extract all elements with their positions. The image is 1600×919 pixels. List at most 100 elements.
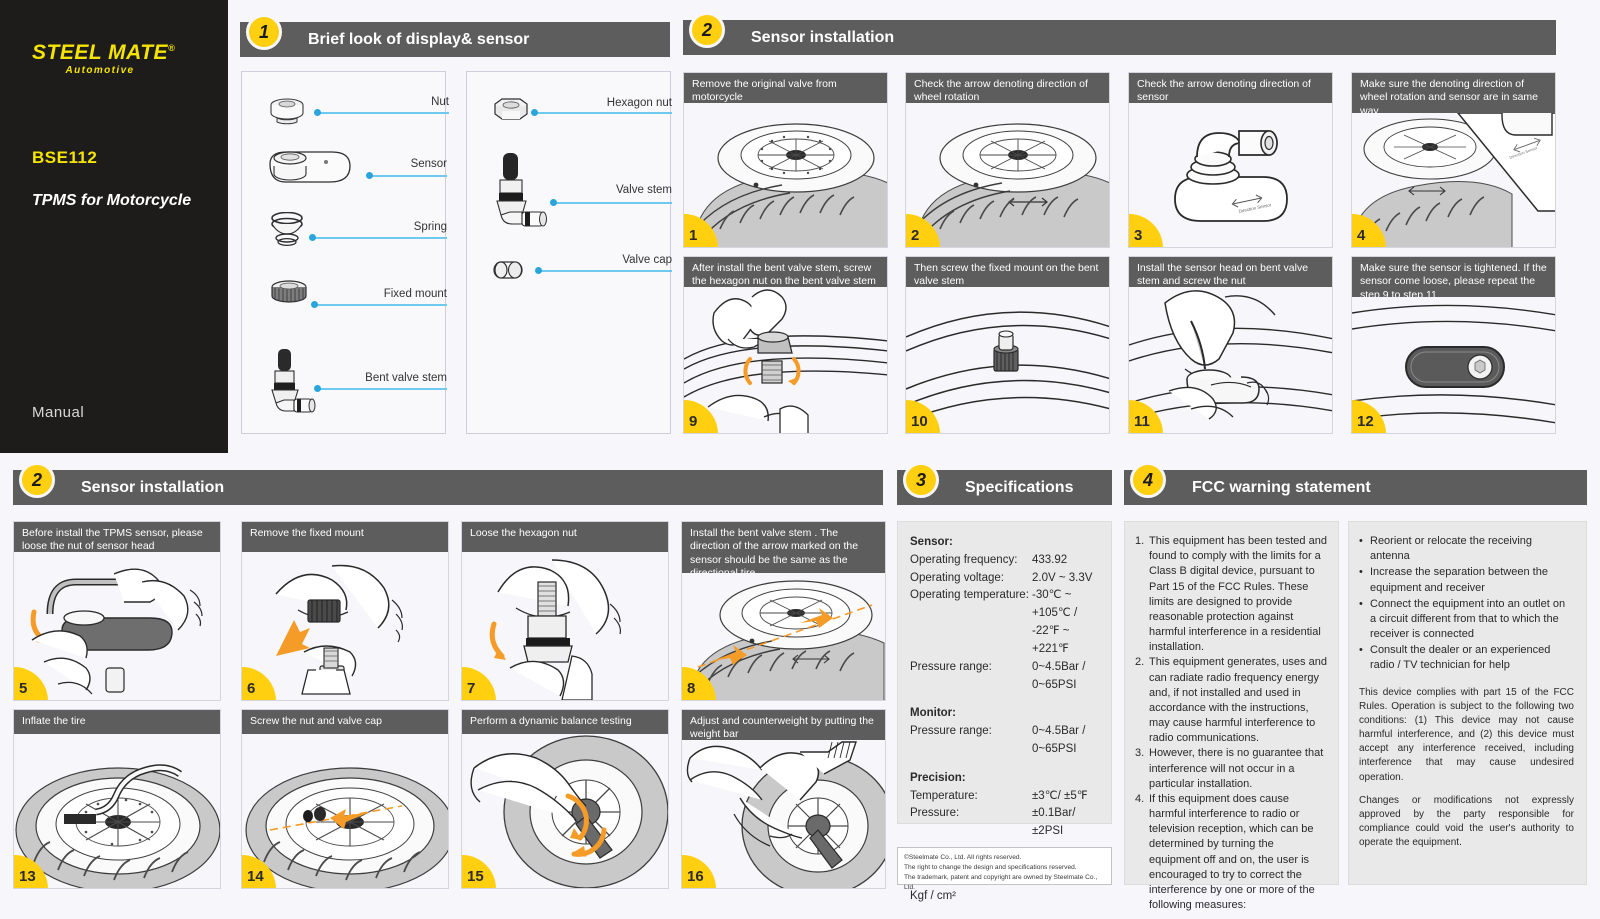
fcc-item-index: 1. (1135, 535, 1145, 547)
leader-dot-hexagon-nut (531, 109, 538, 116)
fcc-numbered-item: 4. If this equipment does cause harmful i… (1135, 792, 1328, 913)
step-card: Perform a dynamic balance testing 15 (461, 709, 669, 889)
step-card: Make sure the denoting direction of whee… (1351, 72, 1556, 248)
leader-line-spring (312, 237, 447, 239)
fcc-item-index: 3. (1135, 747, 1145, 760)
step-illustration: 11 (1129, 287, 1332, 433)
spec-value: -30℃ ~ +105℃ / (1032, 589, 1078, 620)
step-illustration: 9 (684, 287, 887, 433)
logo-wordmark: STEEL MATE® (32, 41, 176, 64)
step-illustration: 16 (682, 740, 885, 888)
model-number: BSE112 (32, 148, 98, 167)
section-header-2-bottom: 2 Sensor installation (13, 462, 883, 505)
logo-tagline: Automotive (65, 65, 135, 76)
leader-line-fixed-mount (314, 304, 447, 306)
step-caption: Check the arrow denoting direction of wh… (906, 73, 1109, 103)
step-caption: Inflate the tire (14, 710, 220, 734)
spec-key: Operating frequency: (910, 553, 1018, 566)
step-caption: Loose the hexagon nut (462, 522, 668, 552)
step-card: Inflate the tire 13 (13, 709, 221, 889)
step-illustration: 2 (906, 103, 1109, 247)
part-label-sensor: Sensor (410, 158, 447, 170)
fcc-bullet-text: Connect the equipment into an outlet on … (1370, 597, 1566, 641)
step-card: Screw the nut and valve cap 14 (241, 709, 449, 889)
spec-value: 0~4.5Bar / 0~65PSI (1032, 660, 1086, 691)
spec-key: Operating temperature: (910, 589, 1029, 602)
fcc-bullet-item: • Consult the dealer or an experienced ra… (1359, 643, 1574, 673)
part-label-valve-stem: Valve stem (615, 184, 672, 196)
section-header-3: 3 Specifications (897, 462, 1112, 505)
spec-row: Operating voltage: 2.0V ~ 3.3V (910, 570, 1101, 588)
leader-line-valve-stem (553, 202, 672, 204)
leader-line-valve-cap (538, 270, 672, 272)
spec-row: Pressure range: 0~4.5Bar / 0~65PSI (910, 659, 1101, 695)
step-illustration: 1 (684, 103, 887, 247)
step-caption: Make sure the denoting direction of whee… (1352, 73, 1555, 117)
step-caption: After install the bent valve stem, screw… (684, 257, 887, 287)
fcc-item-text: If this equipment does cause harmful int… (1149, 792, 1315, 912)
spec-key: Operating voltage: (910, 571, 1004, 584)
manual-label: Manual (32, 404, 85, 421)
spec-value: 433.92 (1032, 553, 1068, 566)
step-caption: Install the sensor head on bent valve st… (1129, 257, 1332, 287)
section-title-1: Brief look of display& sensor (308, 30, 530, 48)
spec-key (910, 623, 1032, 659)
bent-valve-stem-icon (262, 345, 322, 425)
specifications-body: Sensor: Operating frequency: 433.92 Opera… (897, 521, 1112, 902)
fcc-item-text: However, there is no guarantee that inte… (1149, 747, 1324, 790)
part-label-bent-valve-stem: Bent valve stem (365, 372, 447, 384)
bottom-area: 2 Sensor installation 3 Specifications 4… (0, 453, 1600, 919)
fcc-item-index: 4. (1135, 792, 1145, 805)
fcc-bullet-item: • Increase the separation between the equ… (1359, 565, 1574, 595)
spec-value: ±3℃/ ±5℉ (1032, 789, 1088, 802)
step-card: Remove the fixed mount 6 (241, 521, 449, 701)
steelmate-logo: STEEL MATE® Automotive (32, 42, 182, 76)
leader-dot-sensor (366, 172, 373, 179)
spring-icon (264, 211, 310, 253)
fcc-bullet-item: • Reorient or relocate the receiving ante… (1359, 534, 1574, 564)
step-card: Remove the original valve from motorcycl… (683, 72, 888, 248)
spec-group-monitor: Monitor: (910, 707, 956, 720)
spec-row: Pressure range: 0~4.5Bar / 0~65PSI (910, 723, 1101, 759)
spec-group-sensor: Sensor: (910, 536, 953, 548)
leader-dot-spring (309, 234, 316, 241)
fcc-bullet-list: • Reorient or relocate the receiving ante… (1359, 534, 1574, 674)
part-label-spring: Spring (413, 221, 447, 233)
copyright-line-1: ©Steelmate Co., Ltd. All rights reserved… (904, 854, 1022, 861)
fcc-bullet-text: Reorient or relocate the receiving anten… (1370, 535, 1533, 563)
fcc-bullet-item: • Connect the equipment into an outlet on… (1359, 597, 1574, 643)
step-card: Check the arrow denoting direction of wh… (905, 72, 1110, 248)
spec-key: Pressure range: (910, 725, 992, 738)
step-card: Before install the TPMS sensor, please l… (13, 521, 221, 701)
step-caption: Remove the fixed mount (242, 522, 448, 552)
nut-icon (264, 96, 310, 135)
fcc-compliance-paragraph: This device complies with part 15 of the… (1359, 686, 1574, 783)
section-number-badge-2-top: 2 (689, 12, 725, 48)
fcc-numbered-body: 1. This equipment has been tested and fou… (1124, 521, 1339, 911)
sensor-icon (250, 142, 360, 199)
section-header-4: 4 FCC warning statement (1124, 462, 1587, 505)
fcc-bullet-text: Consult the dealer or an experienced rad… (1370, 644, 1551, 672)
step-card: Make sure the sensor is tightened. If th… (1351, 256, 1556, 434)
spec-value: 2.0V ~ 3.3V (1032, 571, 1093, 584)
leader-dot-fixed-mount (311, 301, 318, 308)
copyright-line-2: The right to change the design and speci… (904, 863, 1077, 871)
step-illustration: 13 (14, 734, 220, 888)
bullet-icon: • (1359, 597, 1363, 610)
spec-value: ±0.1Bar/ ±2PSI (1032, 807, 1076, 838)
fcc-numbered-item: 3. However, there is no guarantee that in… (1135, 746, 1328, 792)
part-label-nut: Nut (431, 96, 449, 108)
step-illustration: Direction Sensor 3 (1129, 103, 1332, 247)
brand-sidebar: STEEL MATE® Automotive BSE112 TPMS for M… (0, 0, 228, 453)
section-number-badge-2-bottom: 2 (19, 462, 55, 498)
part-label-hexagon-nut: Hexagon nut (606, 97, 672, 109)
section-title-2-top: Sensor installation (751, 28, 895, 46)
section-title-2-bottom: Sensor installation (81, 478, 225, 496)
spec-row: Temperature: ±3℃/ ±5℉ (910, 788, 1101, 806)
bullet-icon: • (1359, 535, 1363, 547)
parts-diagram-right: Hexagon nut Valve stem Valve cap (466, 71, 672, 434)
step-illustration: 6 (242, 552, 448, 700)
spec-row: Operating frequency: 433.92 (910, 552, 1101, 570)
bullet-icon: • (1359, 644, 1363, 657)
spec-value: -22℉ ~ +221℉ (1032, 625, 1070, 655)
